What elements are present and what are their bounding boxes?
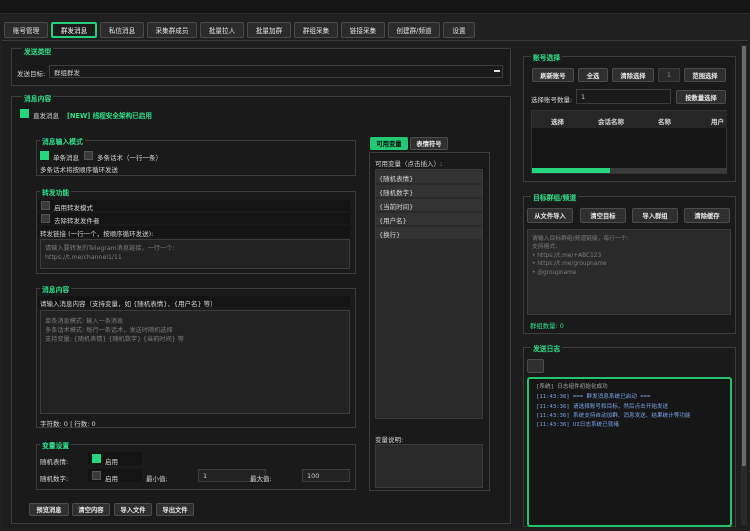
log-line: [11:43:36] 系统支持自动加群、消息发送、结果统计等功能 [536,413,691,419]
clear-content-button[interactable]: 清空内容 [72,503,110,516]
account-count-input[interactable]: 1 [576,89,671,104]
min-value: 1 [203,471,208,480]
log-line: [11:43:36] === 群发消息系统已启动 === [536,394,651,400]
send-target-select[interactable]: 群组群发 [49,65,503,78]
random-number-checkbox[interactable] [92,471,101,480]
thread-safe-note: [NEW] 线程安全架构已启用 [67,112,152,120]
tab-available-variables[interactable]: 可用变量 [370,137,408,150]
group-count: 群组数量: 0 [530,322,564,330]
forward-enable-label: 启用转发模式 [54,204,93,212]
send-type-title: 发送类型 [22,46,54,56]
tab-private-message[interactable]: 私信消息 [100,22,144,38]
send-target-value: 群组群发 [54,68,80,77]
import-from-file-button[interactable]: 从文件导入 [527,208,573,223]
max-value: 100 [307,471,320,480]
tab-settings[interactable]: 设置 [443,22,475,38]
input-mode-hint: 多条话术将按顺序循环发送 [40,166,118,174]
max-value-label: 最大值: [250,475,272,483]
variables-list-title: 可用变量（点击插入）: [375,160,443,168]
account-table-scroll-thumb[interactable] [532,168,610,173]
send-target-label: 发送目标: [17,70,46,78]
send-log-title: 发送日志 [531,343,563,353]
direct-message-label: 直发消息 [33,112,59,120]
forward-link-placeholder: 请输入要转发的Telegram消息链接，一行一个: https://t.me/c… [45,245,175,261]
log-line: [系统] 日志组件初始化成功 [536,384,608,390]
range-start-value: 1 [666,71,672,79]
select-all-button[interactable]: 全选 [578,68,608,82]
variable-settings-title: 变量设置 [40,440,72,450]
forward-link-input[interactable]: 请输入要转发的Telegram消息链接，一行一个: https://t.me/c… [40,239,350,269]
forward-enable-checkbox[interactable] [41,201,50,210]
tab-emoji-symbols[interactable]: 表情符号 [410,137,448,150]
tab-link-collect[interactable]: 链接采集 [341,22,385,38]
remove-sender-checkbox[interactable] [41,214,50,223]
column-name[interactable]: 名称 [658,116,671,126]
forward-title: 转发功能 [40,187,72,197]
target-groups-title: 目标群组/频道 [531,192,579,202]
variable-description-label: 变量说明: [375,436,404,444]
min-value-label: 最小值: [146,475,168,483]
single-message-radio[interactable] [40,151,49,160]
tab-group-message[interactable]: 群发消息 [51,22,97,38]
log-clear-button[interactable] [527,359,544,373]
column-user[interactable]: 用户 [711,116,724,126]
log-line: [11:43:36] 请选择账号和目标，然后点击开始发送 [536,404,669,410]
input-mode-title: 消息输入模式 [40,136,85,146]
select-by-count-button[interactable]: 按数量选择 [676,90,726,104]
main-scrollbar-thumb[interactable] [742,46,746,466]
message-content-title: 消息内容 [22,93,54,103]
tab-batch-invite[interactable]: 批量拉人 [200,22,244,38]
char-counter: 字符数: 0 | 行数: 0 [40,420,96,428]
window-title-bar [0,0,750,14]
refresh-accounts-button[interactable]: 刷新账号 [532,68,574,82]
tab-group-collect[interactable]: 群组采集 [294,22,338,38]
tab-create-group-channel[interactable]: 创建群/频道 [388,22,440,38]
max-value-input[interactable]: 100 [302,469,350,482]
preview-message-button[interactable]: 预览消息 [29,503,69,516]
message-content-placeholder: 单条消息模式: 输入一条消息 多条话术模式: 每行一条话术，发送时随机选择 支持… [45,318,184,343]
forward-link-label: 转发链接 (一行一个，按顺序循环发送): [40,230,154,238]
multi-message-radio[interactable] [84,151,93,160]
variable-item[interactable]: {当前时间} [376,199,482,211]
tab-account-management[interactable]: 账号管理 [4,22,48,38]
main-tab-bar: 账号管理 群发消息 私信消息 采集群成员 批量拉人 批量加群 群组采集 链接采集… [0,22,750,40]
account-selection-title: 账号选择 [531,52,563,62]
random-emoji-checkbox[interactable] [92,454,101,463]
random-emoji-enable-label: 启用 [105,458,118,466]
column-session-name[interactable]: 会话名称 [598,116,624,126]
content-hint: 请输入消息内容（支持变量，如 {随机表情}、{用户名} 等） [40,300,217,308]
random-number-enable-label: 启用 [105,475,118,483]
tab-batch-join[interactable]: 批量加群 [247,22,291,38]
remove-sender-label: 去除转发发件者 [54,217,100,225]
clear-targets-button[interactable]: 清空目标 [580,208,626,223]
import-file-button[interactable]: 导入文件 [114,503,152,516]
variable-settings-group [36,444,356,490]
tab-collect-members[interactable]: 采集群成员 [147,22,197,38]
variable-item[interactable]: {随机数字} [376,185,482,197]
target-groups-placeholder: 请输入目标群组/频道链接，每行一个: 支持格式: • https://t.me/… [532,236,629,276]
import-groups-button[interactable]: 导入群组 [632,208,678,223]
random-emoji-label: 随机表情: [40,458,69,466]
message-content-input[interactable]: 单条消息模式: 输入一条消息 多条话术模式: 每行一条话术，发送时随机选择 支持… [40,310,350,414]
direct-message-checkbox[interactable] [20,109,29,118]
account-count-label: 选择账号数量: [531,96,573,104]
export-file-button[interactable]: 导出文件 [156,503,194,516]
dropdown-icon [494,70,500,72]
multi-message-label: 多条话术（一行一条） [97,154,162,162]
variable-description-box [375,444,483,488]
content-title: 消息内容 [40,284,72,294]
clear-cache-button[interactable]: 清除缓存 [684,208,730,223]
range-start-input[interactable]: 1 [658,68,680,82]
random-number-label: 随机数字: [40,475,69,483]
variable-item[interactable]: {随机表情} [376,171,482,183]
clear-selection-button[interactable]: 清除选择 [612,68,654,82]
range-select-button[interactable]: 范围选择 [684,68,726,82]
target-groups-input[interactable]: 请输入目标群组/频道链接，每行一个: 支持格式: • https://t.me/… [527,229,731,315]
variable-item[interactable]: {换行} [376,227,482,239]
single-message-label: 单条消息 [53,154,79,162]
column-select[interactable]: 选择 [551,116,564,126]
account-count-value: 1 [581,92,586,101]
log-line: [11:43:36] UI日志系统已就绪 [536,422,619,428]
variable-item[interactable]: {用户名} [376,213,482,225]
